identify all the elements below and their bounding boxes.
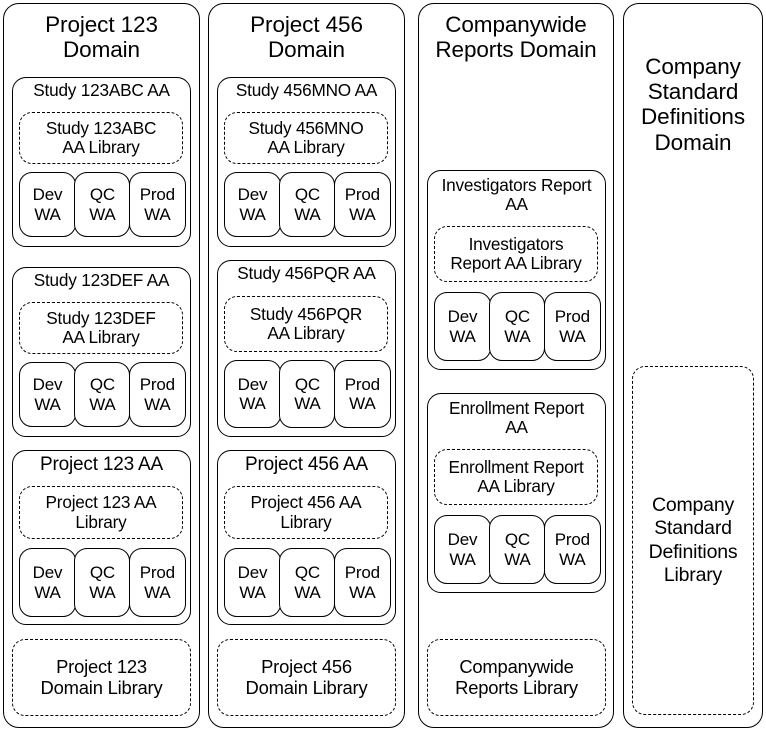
workspace-label: QC WA bbox=[504, 307, 531, 346]
library-label: Project 456 AA Library bbox=[250, 492, 362, 532]
library-study-123def[interactable]: Study 123DEF AA Library bbox=[19, 302, 183, 354]
aa-title-project-123-aa: Project 123 AA bbox=[40, 454, 163, 475]
workspace-label: Prod WA bbox=[554, 530, 590, 569]
workspace-label: Prod WA bbox=[344, 563, 380, 602]
workspace-dev[interactable]: Dev WA bbox=[224, 548, 281, 617]
workspace-label: Prod WA bbox=[139, 375, 175, 414]
library-label: Investigators Report AA Library bbox=[450, 233, 582, 273]
library-project-456-aa[interactable]: Project 456 AA Library bbox=[224, 486, 388, 539]
workspace-dev[interactable]: Dev WA bbox=[434, 292, 491, 361]
domain-library-label: Project 123 Domain Library bbox=[40, 655, 163, 698]
workspace-label: QC WA bbox=[89, 563, 116, 602]
workspace-label: QC WA bbox=[89, 185, 116, 224]
domain-title-project-456: Project 456 Domain bbox=[250, 12, 363, 63]
workspace-label: QC WA bbox=[294, 185, 321, 224]
workspace-row-study-123def: Dev WA QC WA Prod WA bbox=[19, 362, 186, 427]
workspace-row-enrollment-report: Dev WA QC WA Prod WA bbox=[434, 515, 601, 584]
workspace-row-project-456-aa: Dev WA QC WA Prod WA bbox=[224, 548, 391, 617]
workspace-row-investigators-report: Dev WA QC WA Prod WA bbox=[434, 292, 601, 361]
workspace-qc[interactable]: QC WA bbox=[74, 362, 131, 427]
workspace-row-project-123-aa: Dev WA QC WA Prod WA bbox=[19, 548, 186, 617]
library-project-123-aa[interactable]: Project 123 AA Library bbox=[19, 486, 183, 539]
domain-library-company-standard-definitions[interactable]: Company Standard Definitions Library bbox=[632, 366, 754, 715]
workspace-label: Prod WA bbox=[139, 563, 175, 602]
workspace-dev[interactable]: Dev WA bbox=[19, 172, 76, 237]
workspace-label: Prod WA bbox=[344, 185, 380, 224]
workspace-qc[interactable]: QC WA bbox=[489, 292, 546, 361]
library-study-456pqr[interactable]: Study 456PQR AA Library bbox=[224, 296, 388, 352]
workspace-label: QC WA bbox=[504, 530, 531, 569]
domain-library-label: Company Standard Definitions Library bbox=[648, 493, 738, 586]
aa-title-study-123def: Study 123DEF AA bbox=[33, 270, 170, 290]
workspace-row-study-456mno: Dev WA QC WA Prod WA bbox=[224, 172, 391, 237]
workspace-row-study-123abc: Dev WA QC WA Prod WA bbox=[19, 172, 186, 237]
domain-library-companywide-reports[interactable]: Companywide Reports Library bbox=[427, 639, 606, 716]
workspace-qc[interactable]: QC WA bbox=[489, 515, 546, 584]
workspace-qc[interactable]: QC WA bbox=[279, 172, 336, 237]
workspace-prod[interactable]: Prod WA bbox=[333, 548, 391, 617]
domain-title-project-123: Project 123 Domain bbox=[45, 12, 158, 63]
workspace-label: QC WA bbox=[89, 375, 116, 414]
workspace-dev[interactable]: Dev WA bbox=[224, 172, 281, 237]
library-label: Study 123DEF AA Library bbox=[46, 307, 156, 347]
workspace-label: Dev WA bbox=[447, 530, 478, 569]
library-label: Study 456MNO AA Library bbox=[248, 117, 364, 157]
workspace-label: Dev WA bbox=[32, 185, 63, 224]
workspace-label: Dev WA bbox=[32, 375, 63, 414]
aa-title-investigators-report: Investigators Report AA bbox=[441, 175, 592, 215]
workspace-label: Dev WA bbox=[237, 563, 268, 602]
library-label: Enrollment Report AA Library bbox=[448, 456, 584, 496]
workspace-label: Dev WA bbox=[237, 185, 268, 224]
aa-title-project-456-aa: Project 456 AA bbox=[245, 454, 368, 475]
workspace-dev[interactable]: Dev WA bbox=[224, 360, 281, 428]
domain-title-company-standard-definitions: Company Standard Definitions Domain bbox=[641, 54, 745, 155]
library-label: Study 123ABC AA Library bbox=[45, 117, 157, 157]
domain-library-project-123[interactable]: Project 123 Domain Library bbox=[12, 639, 191, 716]
library-label: Study 456PQR AA Library bbox=[249, 303, 363, 343]
aa-title-enrollment-report: Enrollment Report AA bbox=[448, 398, 585, 438]
workspace-label: Prod WA bbox=[344, 374, 380, 413]
workspace-dev[interactable]: Dev WA bbox=[434, 515, 491, 584]
workspace-prod[interactable]: Prod WA bbox=[128, 362, 186, 427]
workspace-qc[interactable]: QC WA bbox=[74, 172, 131, 237]
domain-library-label: Project 456 Domain Library bbox=[245, 655, 368, 698]
workspace-qc[interactable]: QC WA bbox=[74, 548, 131, 617]
library-enrollment-report[interactable]: Enrollment Report AA Library bbox=[434, 449, 598, 505]
workspace-prod[interactable]: Prod WA bbox=[333, 360, 391, 428]
aa-title-study-456mno: Study 456MNO AA bbox=[235, 80, 378, 100]
diagram-canvas: Project 123 Domain Study 123ABC AA Study… bbox=[0, 0, 766, 730]
aa-title-study-123abc: Study 123ABC AA bbox=[33, 80, 170, 100]
workspace-prod[interactable]: Prod WA bbox=[128, 172, 186, 237]
workspace-label: Dev WA bbox=[447, 307, 478, 346]
workspace-dev[interactable]: Dev WA bbox=[19, 362, 76, 427]
library-investigators-report[interactable]: Investigators Report AA Library bbox=[434, 226, 598, 282]
workspace-prod[interactable]: Prod WA bbox=[333, 172, 391, 237]
library-label: Project 123 AA Library bbox=[45, 492, 157, 532]
workspace-label: QC WA bbox=[294, 563, 321, 602]
workspace-qc[interactable]: QC WA bbox=[279, 548, 336, 617]
workspace-prod[interactable]: Prod WA bbox=[543, 292, 601, 361]
domain-library-label: Companywide Reports Library bbox=[455, 655, 578, 698]
workspace-label: Dev WA bbox=[32, 563, 63, 602]
workspace-prod[interactable]: Prod WA bbox=[128, 548, 186, 617]
workspace-dev[interactable]: Dev WA bbox=[19, 548, 76, 617]
workspace-label: Dev WA bbox=[237, 374, 268, 413]
workspace-qc[interactable]: QC WA bbox=[279, 360, 336, 428]
workspace-label: Prod WA bbox=[139, 185, 175, 224]
library-study-456mno[interactable]: Study 456MNO AA Library bbox=[224, 112, 388, 164]
domain-library-project-456[interactable]: Project 456 Domain Library bbox=[217, 639, 396, 716]
workspace-label: QC WA bbox=[294, 374, 321, 413]
library-study-123abc[interactable]: Study 123ABC AA Library bbox=[19, 112, 183, 164]
workspace-prod[interactable]: Prod WA bbox=[543, 515, 601, 584]
aa-title-study-456pqr: Study 456PQR AA bbox=[237, 263, 376, 283]
workspace-label: Prod WA bbox=[554, 307, 590, 346]
workspace-row-study-456pqr: Dev WA QC WA Prod WA bbox=[224, 360, 391, 428]
domain-title-companywide-reports: Companywide Reports Domain bbox=[435, 12, 597, 63]
